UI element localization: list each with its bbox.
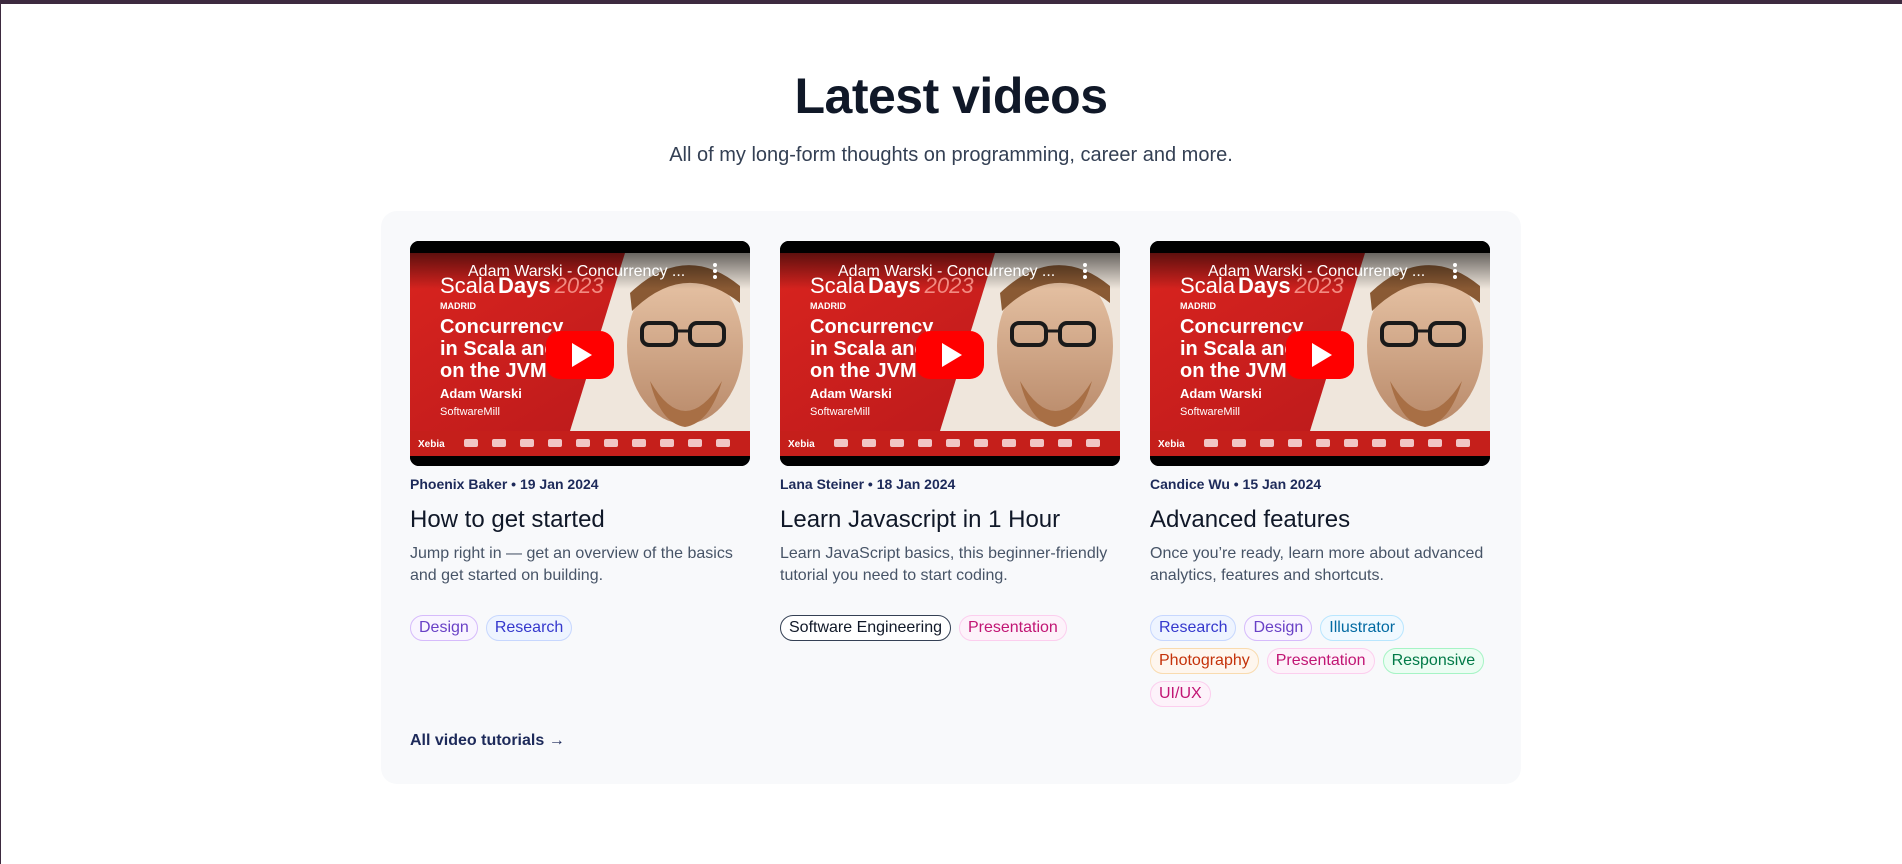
video-frame[interactable]: XebiaScala Days 2023MADRIDConcurrencyin Sc… (1150, 241, 1490, 466)
video-embed[interactable]: Xebia Scala Days 2023 MADRID Concurrency in Sc… (1150, 241, 1490, 466)
headline-line: in Scala and (810, 338, 927, 360)
page-subtitle: All of my long-form thoughts on programm… (669, 144, 1233, 166)
video-card: Xebia Scala Days 2023 MADRID Concurrency in Sc… (780, 241, 1120, 641)
tag-research[interactable]: Research (485, 615, 573, 641)
headline-line: on the JVM (1180, 360, 1287, 382)
video-card-title[interactable]: Advanced features (1150, 505, 1490, 535)
tag-research[interactable]: Research (1150, 615, 1237, 641)
headline-line: in Scala and (1180, 338, 1297, 360)
tag-photography[interactable]: Photography (1150, 648, 1259, 674)
tag-illustrator[interactable]: Illustrator (1320, 615, 1405, 641)
tag-software-engineering[interactable]: Software Engineering (780, 615, 951, 641)
video-card-description: Once you’re ready, learn more about adva… (1150, 545, 1484, 584)
sponsor-logo-text: Xebia (418, 439, 445, 450)
headline-line: on the JVM (440, 360, 547, 382)
video-card-title[interactable]: How to get started (410, 505, 750, 535)
section-header: Latest videos All of my long-form though… (0, 66, 1902, 168)
tag-presentation[interactable]: Presentation (1266, 648, 1375, 674)
tag-list: Software Engineering Presentation (780, 615, 1120, 641)
video-author-date: Candice Wu • 15 Jan 2024 (1150, 476, 1322, 492)
all-video-tutorials-link[interactable]: All video tutorials → (410, 731, 565, 751)
more-options-icon[interactable] (1453, 263, 1457, 279)
sponsor-logo-text: Xebia (1158, 439, 1185, 450)
more-options-icon[interactable] (1083, 263, 1087, 279)
company-name: SoftwareMill (1180, 406, 1240, 418)
play-icon[interactable] (916, 331, 984, 379)
company-name: SoftwareMill (810, 406, 870, 418)
video-title[interactable]: Adam Warski - Concurrency ... (838, 263, 1055, 280)
video-card: Xebia Scala Days 2023 MADRID Concurrency in Sc… (410, 241, 750, 641)
video-embed[interactable]: Xebia Scala Days 2023 MADRID Concurrency in Sc… (410, 241, 750, 466)
tag-design[interactable]: Design (410, 615, 478, 641)
city-label: MADRID (440, 301, 476, 311)
tag-design[interactable]: Design (1244, 615, 1313, 641)
video-embed[interactable]: Xebia Scala Days 2023 MADRID Concurrency in Sc… (780, 241, 1120, 466)
play-icon[interactable] (546, 331, 614, 379)
play-icon[interactable] (1286, 331, 1354, 379)
top-border (0, 0, 1902, 4)
headline-line: in Scala and (440, 338, 557, 360)
tag-responsive[interactable]: Responsive (1382, 648, 1485, 674)
video-card: Xebia Scala Days 2023 MADRID Concurrency in Sc… (1150, 241, 1490, 707)
video-card-description: Learn JavaScript basics, this beginner-f… (780, 545, 1108, 584)
tag-presentation[interactable]: Presentation (958, 615, 1067, 641)
headline-line: Concurrency (440, 316, 564, 338)
city-label: MADRID (810, 301, 846, 311)
tag-list: Research Design Illustrator Photography Pres… (1150, 615, 1490, 707)
video-frame[interactable]: XebiaScala Days 2023MADRIDConcurrencyin Sc… (410, 241, 750, 466)
tag-list: Design Research (410, 615, 750, 641)
headline-line: on the JVM (810, 360, 917, 382)
headline-line: Concurrency (1180, 316, 1304, 338)
page-title: Latest videos (794, 68, 1108, 124)
video-author-date: Phoenix Baker • 19 Jan 2024 (410, 476, 599, 492)
video-card-description: Jump right in — get an overview of the b… (410, 545, 733, 584)
video-title[interactable]: Adam Warski - Concurrency ... (468, 263, 685, 280)
speaker-name: Adam Warski (810, 386, 892, 401)
sponsor-logo-text: Xebia (788, 439, 815, 450)
video-card-title[interactable]: Learn Javascript in 1 Hour (780, 505, 1120, 535)
more-options-icon[interactable] (713, 263, 717, 279)
speaker-name: Adam Warski (1180, 386, 1262, 401)
company-name: SoftwareMill (440, 406, 500, 418)
city-label: MADRID (1180, 301, 1216, 311)
videos-panel: Xebia Scala Days 2023 MADRID Concurrency in Sc… (381, 211, 1521, 784)
video-frame[interactable]: XebiaScala Days 2023MADRIDConcurrencyin Sc… (780, 241, 1120, 466)
tag-ui-ux[interactable]: UI/UX (1150, 681, 1211, 707)
speaker-name: Adam Warski (440, 386, 522, 401)
video-author-date: Lana Steiner • 18 Jan 2024 (780, 476, 956, 492)
video-title[interactable]: Adam Warski - Concurrency ... (1208, 263, 1425, 280)
headline-line: Concurrency (810, 316, 934, 338)
